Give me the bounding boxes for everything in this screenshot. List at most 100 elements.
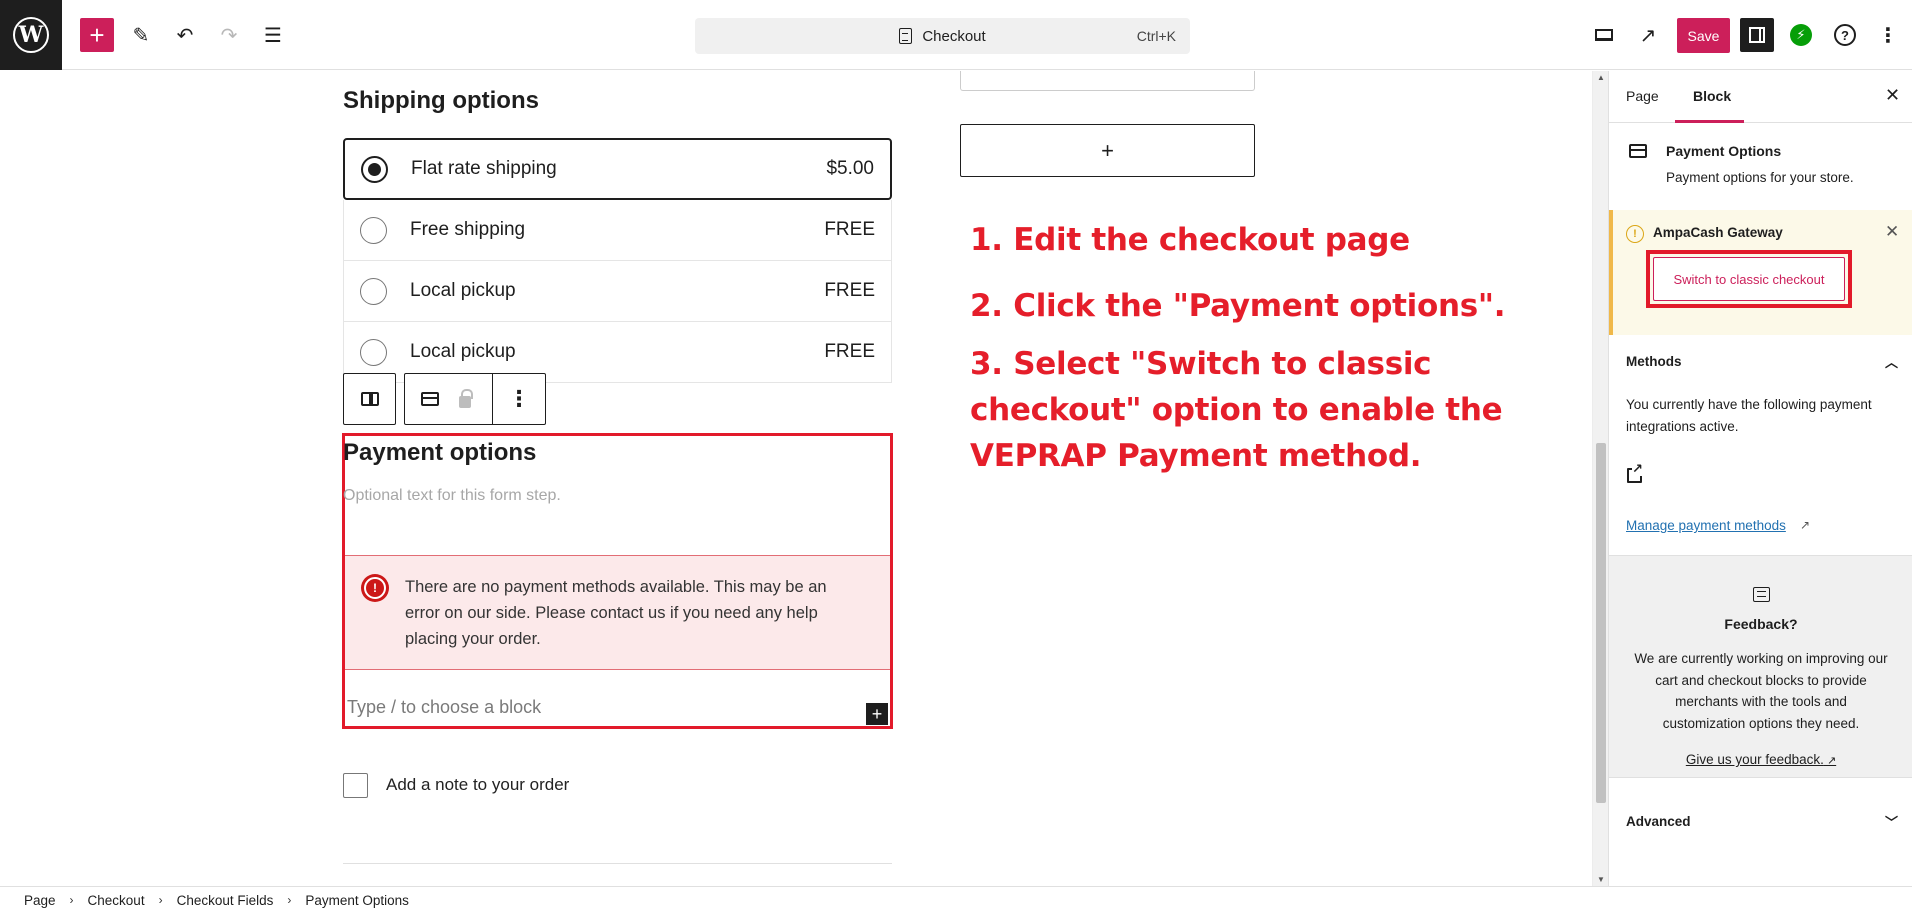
- block-description: Payment options for your store.: [1666, 170, 1854, 185]
- switch-to-classic-checkout-button[interactable]: Switch to classic checkout: [1653, 257, 1845, 301]
- plus-icon: +: [89, 19, 105, 50]
- external-arrow-icon: ↗: [1823, 755, 1837, 767]
- shipping-option-label: Local pickup: [410, 341, 516, 362]
- external-link-icon[interactable]: [1627, 462, 1643, 483]
- feedback-title: Feedback?: [1724, 616, 1798, 632]
- chevron-right-icon: ›: [69, 893, 74, 907]
- shipping-option-label: Flat rate shipping: [411, 158, 557, 179]
- payment-options-description[interactable]: Optional text for this form step.: [343, 487, 561, 505]
- sidebar-tabs: Page Block ✕: [1609, 71, 1912, 123]
- kebab-icon: ⋮: [508, 386, 530, 411]
- command-palette-button[interactable]: Checkout Ctrl+K: [695, 18, 1190, 54]
- manage-payment-methods-link[interactable]: Manage payment methods: [1626, 518, 1786, 533]
- shipping-option[interactable]: Local pickup FREE: [343, 261, 892, 322]
- block-appender-placeholder[interactable]: Type / to choose a block: [347, 697, 541, 718]
- radio-icon[interactable]: [360, 338, 387, 366]
- redo-icon: ↷: [220, 24, 238, 47]
- methods-panel-heading[interactable]: Methods: [1626, 354, 1682, 369]
- external-view-icon: ↗: [1639, 24, 1657, 47]
- select-parent-button[interactable]: [343, 373, 396, 425]
- list-view-button[interactable]: ☰: [256, 18, 290, 52]
- comment-icon: [1753, 587, 1770, 602]
- shipping-option-price: FREE: [824, 219, 875, 240]
- shipping-option-price: $5.00: [826, 158, 874, 179]
- shipping-options-list: Flat rate shipping $5.00 Free shipping F…: [343, 138, 892, 383]
- preview-button[interactable]: [1587, 18, 1621, 52]
- breadcrumb-item[interactable]: Page: [24, 893, 56, 908]
- desktop-preview-icon: [1595, 29, 1613, 41]
- radio-icon[interactable]: [360, 277, 387, 305]
- feedback-panel: Feedback? We are currently working on im…: [1609, 555, 1912, 778]
- chevron-right-icon: ›: [158, 893, 163, 907]
- feedback-link-label[interactable]: Give us your feedback.: [1686, 752, 1824, 767]
- methods-description: You currently have the following payment…: [1626, 397, 1872, 434]
- payment-options-title[interactable]: Payment options: [343, 439, 536, 467]
- shipping-option-price: FREE: [824, 341, 875, 362]
- save-button[interactable]: Save: [1677, 18, 1730, 53]
- gateway-title: AmpaCash Gateway: [1653, 225, 1783, 240]
- add-block-button[interactable]: +: [960, 124, 1255, 177]
- columns-icon: [360, 392, 379, 406]
- chevron-down-icon[interactable]: ﹀: [1885, 812, 1898, 831]
- lock-button[interactable]: [445, 374, 493, 424]
- scroll-down-icon[interactable]: ▼: [1593, 875, 1609, 884]
- tab-page[interactable]: Page: [1626, 88, 1659, 104]
- close-icon[interactable]: ✕: [1885, 85, 1900, 106]
- shipping-option[interactable]: Flat rate shipping $5.00: [343, 138, 892, 200]
- shortcut-hint: Ctrl+K: [1136, 28, 1176, 44]
- no-payment-methods-notice: There are no payment methods available. …: [345, 555, 890, 670]
- scroll-up-icon[interactable]: ▲: [1593, 73, 1609, 82]
- wordpress-logo-button[interactable]: W: [0, 0, 62, 70]
- list-view-icon: ☰: [264, 24, 282, 47]
- payment-card-icon: [421, 392, 439, 406]
- shipping-option[interactable]: Free shipping FREE: [343, 200, 892, 261]
- block-name: Payment Options: [1666, 143, 1782, 159]
- undo-button[interactable]: ↶: [168, 18, 202, 52]
- tools-button[interactable]: ✎: [124, 18, 158, 52]
- breadcrumb-item[interactable]: Checkout: [88, 893, 145, 908]
- block-options-button[interactable]: ⋮: [493, 374, 545, 424]
- chevron-up-icon[interactable]: ︿: [1885, 352, 1898, 371]
- inline-add-block-button[interactable]: +: [866, 703, 888, 725]
- radio-selected-icon[interactable]: [361, 155, 388, 183]
- payment-card-icon: [1629, 144, 1647, 158]
- plus-icon: +: [871, 703, 883, 724]
- breadcrumb: Page › Checkout › Checkout Fields › Paym…: [0, 886, 1912, 913]
- breadcrumb-item[interactable]: Checkout Fields: [177, 893, 274, 908]
- jetpack-icon[interactable]: ⚡: [1790, 24, 1812, 46]
- feedback-text: We are currently working on improving ou…: [1634, 651, 1888, 731]
- block-type-button[interactable]: [415, 374, 445, 424]
- options-kebab-icon[interactable]: ⋮: [1878, 18, 1898, 52]
- editor-toolbar: W + ✎ ↶ ↷ ☰ Checkout Ctrl+K ↗ Save ⚡ ? ⋮: [0, 0, 1912, 70]
- settings-panel-button[interactable]: [1740, 18, 1774, 52]
- close-icon[interactable]: ✕: [1885, 222, 1899, 242]
- redo-button[interactable]: ↷: [212, 18, 246, 52]
- document-icon: [899, 28, 913, 44]
- document-title: Checkout: [922, 27, 986, 45]
- breadcrumb-item: Payment Options: [305, 892, 409, 908]
- order-note-checkbox[interactable]: [343, 773, 368, 798]
- plus-icon: +: [1101, 137, 1114, 163]
- pen-icon: ✎: [132, 24, 150, 47]
- scrollbar-thumb[interactable]: [1596, 443, 1606, 803]
- advanced-panel-heading[interactable]: Advanced: [1626, 814, 1691, 829]
- editor-canvas: Shipping options Flat rate shipping $5.0…: [0, 71, 1592, 886]
- divider: [343, 863, 892, 864]
- instruction-step-2: 2. Click the "Payment options".: [970, 288, 1506, 324]
- help-icon[interactable]: ?: [1834, 24, 1856, 46]
- canvas-scrollbar[interactable]: ▲ ▼: [1592, 71, 1608, 886]
- shipping-option-label: Free shipping: [410, 219, 526, 240]
- radio-icon[interactable]: [360, 216, 387, 244]
- error-icon: [361, 574, 389, 602]
- instruction-step-3: 3. Select "Switch to classic checkout" o…: [970, 346, 1503, 474]
- feedback-link[interactable]: Give us your feedback. ↗: [1609, 752, 1912, 767]
- add-block-toggle-button[interactable]: +: [80, 18, 114, 52]
- tab-block[interactable]: Block: [1693, 88, 1731, 104]
- instruction-step-1: 1. Edit the checkout page: [970, 222, 1410, 258]
- gateway-warning-notice: ! AmpaCash Gateway ✕ Switch to classic c…: [1609, 210, 1912, 335]
- lock-icon: [458, 389, 473, 408]
- settings-panel-icon: [1749, 27, 1765, 43]
- view-page-button[interactable]: ↗: [1631, 18, 1665, 52]
- shipping-option-price: FREE: [824, 280, 875, 301]
- undo-icon: ↶: [176, 24, 194, 47]
